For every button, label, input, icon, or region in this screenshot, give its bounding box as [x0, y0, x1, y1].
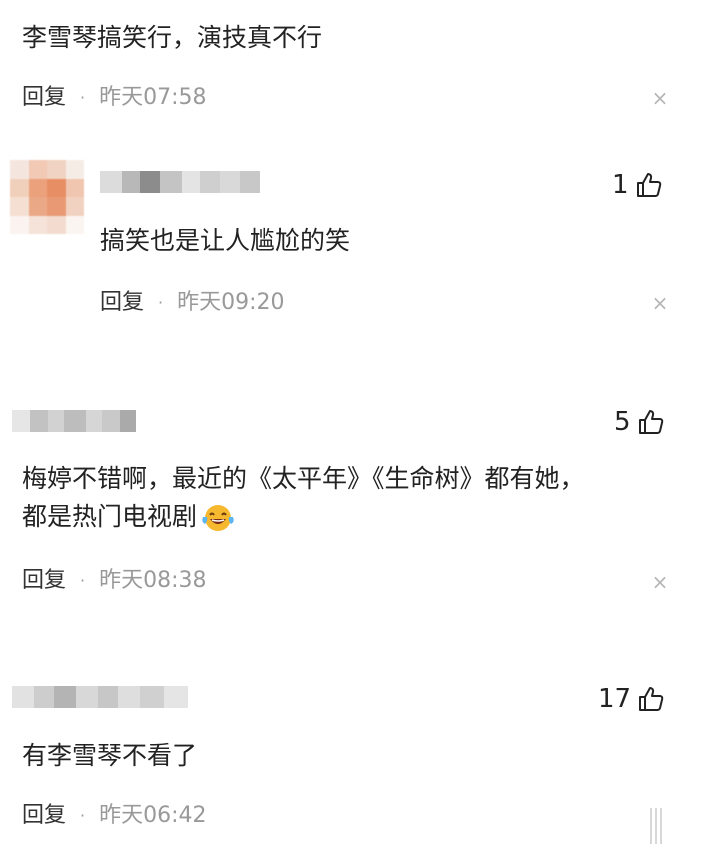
username[interactable] [12, 686, 188, 708]
separator-dot: · [80, 88, 86, 107]
separator-dot: · [80, 806, 86, 825]
reply-button[interactable]: 回复 [100, 288, 144, 318]
username[interactable] [12, 410, 136, 432]
timestamp: 昨天09:20 [177, 290, 285, 315]
timestamp: 昨天06:42 [99, 803, 207, 828]
comment-text: 搞笑也是让人尴尬的笑 [100, 226, 351, 255]
comment-meta: 回复 · 昨天09:20 [100, 288, 285, 318]
comment-text: 李雪琴搞笑行，演技真不行 [22, 23, 323, 52]
thumbs-up-icon [638, 410, 663, 434]
reply-button[interactable]: 回复 [22, 566, 66, 596]
close-icon[interactable]: × [650, 291, 670, 315]
comment-text: 有李雪琴不看了 [22, 741, 198, 770]
reply-button[interactable]: 回复 [22, 801, 66, 831]
like-button[interactable]: 5 [614, 407, 665, 437]
reply-button[interactable]: 回复 [22, 83, 66, 113]
close-icon[interactable]: × [650, 86, 670, 110]
like-button[interactable]: 1 [612, 170, 663, 200]
username[interactable] [100, 171, 260, 193]
separator-dot: · [158, 293, 164, 312]
comment-meta: 回复 · 昨天06:42 [22, 801, 207, 831]
comment-text-continued: 都是热门电视剧 [22, 498, 235, 536]
like-count: 5 [614, 407, 631, 437]
thumbs-up-icon [636, 173, 661, 197]
like-count: 1 [612, 170, 629, 200]
thumbs-up-icon [639, 687, 664, 711]
laughing-tears-emoji-icon [202, 505, 234, 531]
timestamp: 昨天07:58 [99, 85, 207, 110]
close-icon[interactable]: × [650, 570, 670, 594]
like-count: 17 [598, 684, 632, 714]
comment-meta: 回复 · 昨天07:58 [22, 83, 207, 113]
comment-text-line2: 都是热门电视剧 [22, 502, 198, 531]
comment-meta: 回复 · 昨天08:38 [22, 566, 207, 596]
scroll-indicator [650, 808, 664, 844]
comment-text: 梅婷不错啊，最近的《太平年》《生命树》都有她， [22, 464, 585, 493]
like-button[interactable]: 17 [598, 684, 665, 714]
timestamp: 昨天08:38 [99, 568, 207, 593]
separator-dot: · [80, 571, 86, 590]
avatar[interactable] [10, 160, 84, 234]
